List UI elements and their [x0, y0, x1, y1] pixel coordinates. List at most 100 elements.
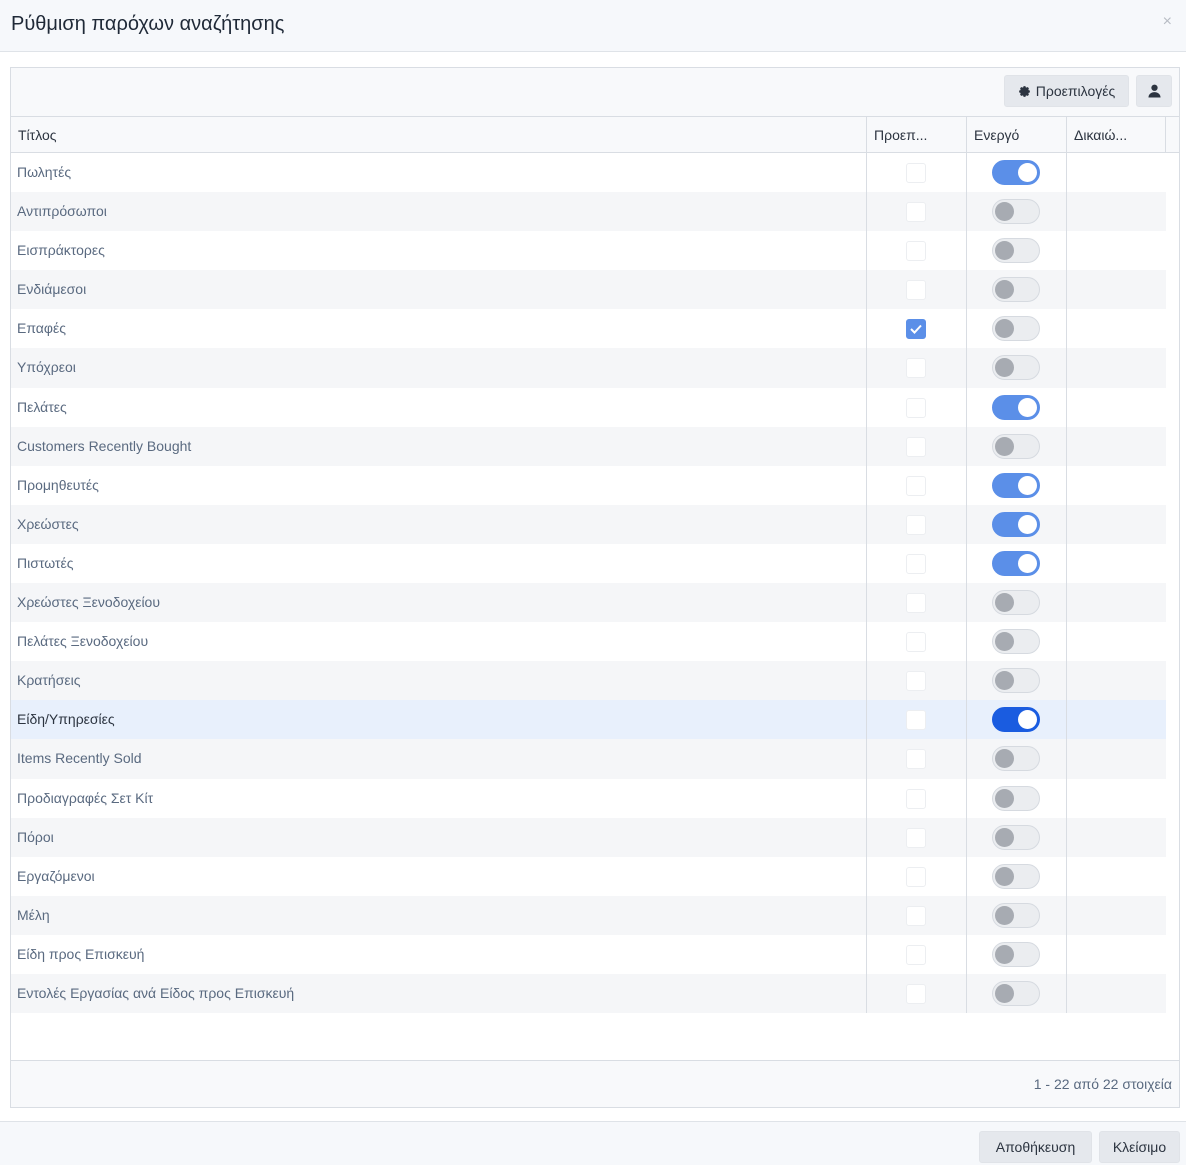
table-row[interactable]: Items Recently Sold — [11, 739, 1166, 779]
column-divider — [966, 231, 967, 271]
default-checkbox[interactable] — [906, 905, 926, 926]
table-row[interactable]: Χρεώστες — [11, 504, 1166, 544]
table-row[interactable]: Εισπράκτορες — [11, 231, 1166, 271]
column-divider — [966, 622, 967, 662]
default-checkbox[interactable] — [906, 280, 926, 301]
table-row[interactable]: Εργαζόμενοι — [11, 856, 1166, 896]
active-toggle[interactable] — [992, 941, 1040, 967]
active-toggle[interactable] — [992, 472, 1040, 498]
table-row[interactable]: Πόροι — [11, 817, 1166, 857]
default-checkbox[interactable] — [906, 749, 926, 770]
table-row[interactable]: Προδιαγραφές Σετ Κίτ — [11, 778, 1166, 818]
active-toggle[interactable] — [992, 433, 1040, 459]
active-toggle[interactable] — [992, 355, 1040, 381]
active-toggle[interactable] — [992, 590, 1040, 616]
column-header-title[interactable]: Τίτλος — [11, 117, 866, 153]
default-checkbox[interactable] — [906, 983, 926, 1004]
save-button[interactable]: Αποθήκευση — [979, 1131, 1092, 1163]
row-title: Επαφές — [17, 320, 66, 337]
table-row[interactable]: Κρατήσεις — [11, 661, 1166, 701]
active-toggle[interactable] — [992, 316, 1040, 342]
default-checkbox[interactable] — [906, 397, 926, 418]
default-checkbox[interactable] — [906, 593, 926, 614]
column-header-rights[interactable]: Δικαιώ... — [1066, 117, 1166, 153]
default-checkbox[interactable] — [906, 632, 926, 653]
table-row[interactable]: Ενδιάμεσοι — [11, 270, 1166, 310]
active-toggle[interactable] — [992, 707, 1040, 733]
active-toggle[interactable] — [992, 785, 1040, 811]
default-checkbox[interactable] — [906, 475, 926, 496]
table-row[interactable]: Εντολές Εργασίας ανά Είδος προς Επισκευή — [11, 973, 1166, 1014]
default-checkbox[interactable] — [906, 944, 926, 965]
column-divider — [866, 778, 867, 818]
column-divider — [966, 661, 967, 701]
defaults-label: Προεπιλογές — [1035, 83, 1116, 99]
default-checkbox[interactable] — [906, 514, 926, 535]
active-toggle[interactable] — [992, 511, 1040, 537]
table-row[interactable]: Προμηθευτές — [11, 465, 1166, 505]
active-toggle[interactable] — [992, 629, 1040, 655]
row-title: Μέλη — [17, 906, 50, 923]
toggle-knob — [995, 632, 1014, 652]
table-row[interactable]: Πελάτες Ξενοδοχείου — [11, 622, 1166, 662]
active-toggle[interactable] — [992, 668, 1040, 694]
default-checkbox[interactable] — [906, 358, 926, 379]
column-divider — [1066, 387, 1067, 427]
active-toggle[interactable] — [992, 746, 1040, 772]
default-checkbox[interactable] — [906, 319, 926, 340]
table-row[interactable]: Πωλητές — [11, 153, 1166, 193]
default-checkbox[interactable] — [906, 163, 926, 183]
toggle-knob — [995, 749, 1014, 769]
table-row[interactable]: Είδη/Υπηρεσίες — [11, 700, 1166, 740]
close-button[interactable]: Κλείσιμο — [1099, 1131, 1180, 1163]
table-row[interactable]: Είδη προς Επισκευή — [11, 934, 1166, 974]
column-divider — [1066, 153, 1067, 193]
defaults-button[interactable]: Προεπιλογές — [1004, 75, 1129, 107]
active-toggle[interactable] — [992, 550, 1040, 576]
table-row[interactable]: Μέλη — [11, 895, 1166, 935]
default-checkbox[interactable] — [906, 827, 926, 848]
table-row[interactable]: Χρεώστες Ξενοδοχείου — [11, 583, 1166, 623]
active-toggle[interactable] — [992, 863, 1040, 889]
row-title: Πόροι — [17, 828, 54, 845]
default-checkbox[interactable] — [906, 788, 926, 809]
table-row[interactable]: Customers Recently Bought — [11, 426, 1166, 466]
column-header-active[interactable]: Ενεργό — [966, 117, 1066, 153]
active-toggle[interactable] — [992, 980, 1040, 1006]
active-toggle[interactable] — [992, 902, 1040, 928]
table-row[interactable]: Επαφές — [11, 309, 1166, 349]
column-divider — [966, 817, 967, 857]
table-row[interactable]: Αντιπρόσωποι — [11, 192, 1166, 232]
active-toggle[interactable] — [992, 824, 1040, 850]
default-checkbox[interactable] — [906, 671, 926, 692]
table-row[interactable]: Πιστωτές — [11, 543, 1166, 584]
close-icon[interactable]: × — [1163, 14, 1172, 30]
default-checkbox[interactable] — [906, 866, 926, 887]
default-checkbox[interactable] — [906, 202, 926, 223]
default-checkbox[interactable] — [906, 553, 926, 574]
default-checkbox[interactable] — [906, 241, 926, 262]
row-title: Εντολές Εργασίας ανά Είδος προς Επισκευή — [17, 984, 295, 1001]
active-toggle[interactable] — [992, 238, 1040, 264]
active-toggle[interactable] — [992, 277, 1040, 303]
column-divider — [866, 973, 867, 1014]
active-toggle[interactable] — [992, 160, 1040, 185]
dialog-actions: Αποθήκευση Κλείσιμο — [0, 1121, 1186, 1165]
default-checkbox[interactable] — [906, 436, 926, 457]
column-divider — [1066, 348, 1067, 388]
column-divider — [866, 504, 867, 544]
column-divider — [966, 348, 967, 388]
active-toggle[interactable] — [992, 199, 1040, 225]
table-row[interactable]: Πελάτες — [11, 387, 1166, 427]
table-row[interactable]: Υπόχρεοι — [11, 348, 1166, 388]
toggle-knob — [1018, 475, 1037, 495]
row-title: Εισπράκτορες — [17, 242, 105, 259]
default-checkbox[interactable] — [906, 710, 926, 731]
column-divider — [1066, 622, 1067, 662]
user-button[interactable] — [1136, 75, 1172, 107]
column-divider — [866, 270, 867, 310]
active-toggle[interactable] — [992, 394, 1040, 420]
row-title: Κρατήσεις — [17, 672, 81, 689]
column-header-default[interactable]: Προεπ... — [866, 117, 966, 153]
toggle-knob — [995, 905, 1014, 925]
